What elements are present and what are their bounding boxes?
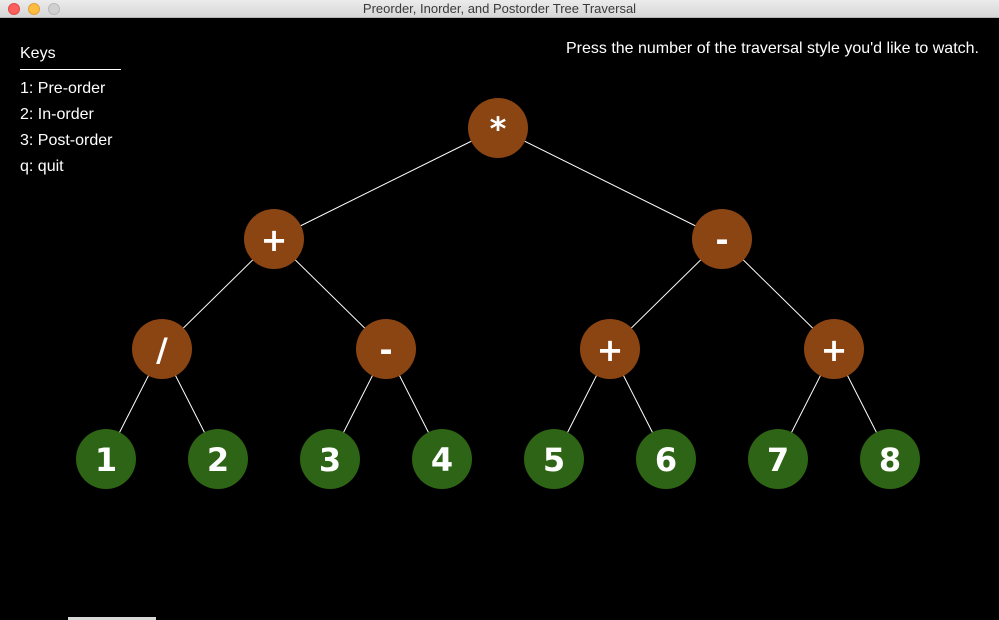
- leaf-node: 6: [636, 429, 696, 489]
- node-label: 4: [431, 441, 453, 479]
- expression-tree: 1 2 / 3 4 - +5 6 +7 8 + - *: [76, 98, 920, 489]
- tree-nodes: 1 2 / 3 4 - +5 6 +7 8 + - *: [76, 98, 920, 489]
- tree-edge: [497, 127, 723, 240]
- leaf-node: 1: [76, 429, 136, 489]
- app-window: Preorder, Inorder, and Postorder Tree Tr…: [0, 0, 999, 620]
- leaf-node: 5: [524, 429, 584, 489]
- leaf-node: 4: [412, 429, 472, 489]
- operator-node: +: [244, 209, 304, 269]
- node-label: -: [379, 331, 392, 369]
- node-label: 1: [95, 441, 117, 479]
- operator-node: -: [692, 209, 752, 269]
- leaf-node: 7: [748, 429, 808, 489]
- operator-node: /: [132, 319, 192, 379]
- operator-node: -: [356, 319, 416, 379]
- node-label: *: [490, 110, 507, 148]
- leaf-node: 2: [188, 429, 248, 489]
- node-label: 6: [655, 441, 677, 479]
- node-label: -: [715, 221, 728, 259]
- node-label: +: [261, 221, 288, 259]
- node-label: 5: [543, 441, 565, 479]
- operator-node: +: [580, 319, 640, 379]
- operator-node: +: [804, 319, 864, 379]
- node-label: +: [821, 331, 848, 369]
- tree-edges: [105, 127, 891, 460]
- node-label: +: [597, 331, 624, 369]
- tree-edge: [273, 127, 499, 240]
- node-label: 8: [879, 441, 901, 479]
- operator-node: *: [468, 98, 528, 158]
- node-label: 2: [207, 441, 229, 479]
- leaf-node: 8: [860, 429, 920, 489]
- node-label: /: [156, 331, 168, 369]
- leaf-node: 3: [300, 429, 360, 489]
- node-label: 3: [319, 441, 341, 479]
- node-label: 7: [767, 441, 789, 479]
